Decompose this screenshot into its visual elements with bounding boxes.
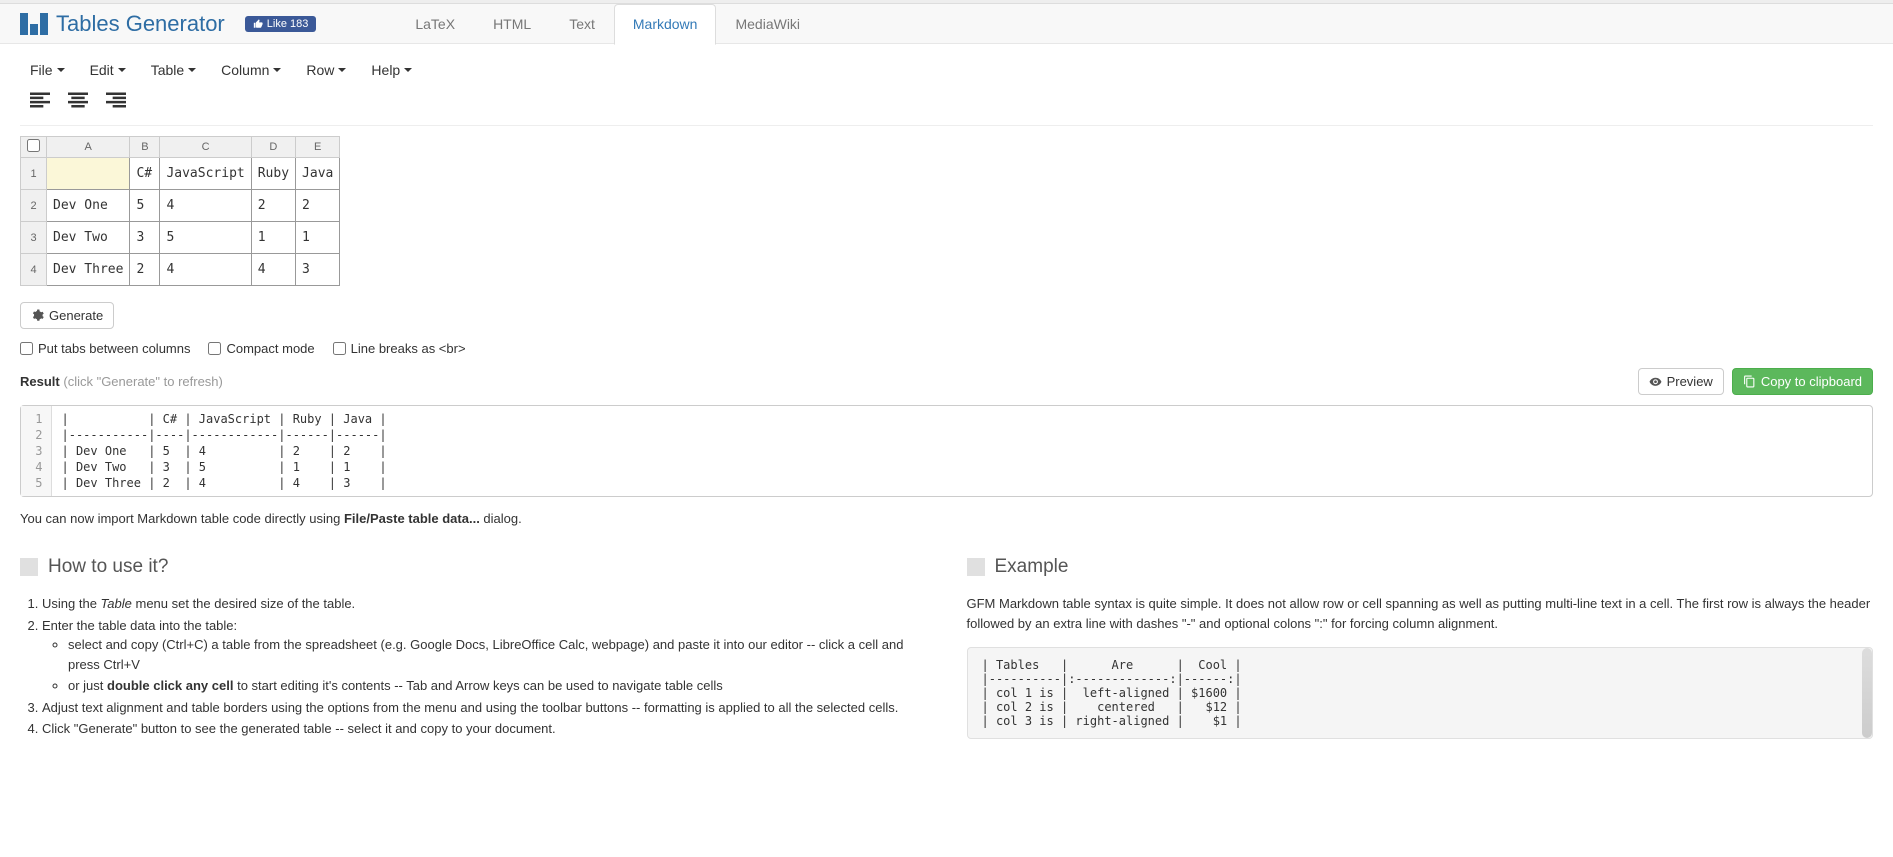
thumbs-up-icon — [253, 19, 263, 29]
brand[interactable]: Tables Generator — [20, 11, 225, 37]
br-checkbox[interactable]: Line breaks as <br> — [333, 341, 466, 356]
align-right-button[interactable] — [106, 92, 126, 111]
table-cell[interactable]: JavaScript — [160, 158, 251, 190]
code-line[interactable]: | | C# | JavaScript | Ruby | Java | — [51, 406, 397, 427]
generate-button[interactable]: Generate — [20, 302, 114, 329]
compact-checkbox[interactable]: Compact mode — [208, 341, 314, 356]
table-editor[interactable]: ABCDE1C#JavaScriptRubyJava2Dev One54223D… — [20, 136, 340, 286]
top-navbar: Tables Generator Like 183 LaTeXHTMLTextM… — [0, 4, 1893, 44]
caret-down-icon — [338, 68, 346, 72]
caret-down-icon — [57, 68, 65, 72]
code-line[interactable]: | Dev One | 5 | 4 | 2 | 2 | — [51, 443, 397, 459]
preview-button[interactable]: Preview — [1638, 368, 1724, 395]
col-header[interactable]: B — [130, 137, 160, 158]
table-cell[interactable] — [47, 158, 130, 190]
table-cell[interactable]: 4 — [160, 254, 251, 286]
table-cell[interactable]: Dev Two — [47, 222, 130, 254]
menu-help[interactable]: Help — [371, 62, 412, 78]
menu-table[interactable]: Table — [151, 62, 196, 78]
howto-step: Click "Generate" button to see the gener… — [42, 719, 927, 739]
align-left-button[interactable] — [30, 92, 50, 111]
table-cell[interactable]: 2 — [251, 190, 295, 222]
howto-step: Using the Table menu set the desired siz… — [42, 594, 927, 614]
nav-tab-latex[interactable]: LaTeX — [396, 4, 474, 44]
table-cell[interactable]: 5 — [160, 222, 251, 254]
table-cell[interactable]: 1 — [296, 222, 340, 254]
example-title: Example — [995, 556, 1069, 578]
output-options: Put tabs between columns Compact mode Li… — [20, 333, 1873, 364]
generate-label: Generate — [49, 308, 103, 323]
caret-down-icon — [273, 68, 281, 72]
code-line[interactable]: | Dev Three | 2 | 4 | 4 | 3 | — [51, 475, 397, 496]
gears-icon — [31, 309, 44, 322]
align-toolbar — [20, 86, 1873, 125]
col-header[interactable]: C — [160, 137, 251, 158]
table-cell[interactable]: Java — [296, 158, 340, 190]
menu-edit[interactable]: Edit — [90, 62, 126, 78]
row-header[interactable]: 4 — [21, 254, 47, 286]
result-label: Result (click "Generate" to refresh) — [20, 374, 223, 389]
table-cell[interactable]: 4 — [160, 190, 251, 222]
row-header[interactable]: 3 — [21, 222, 47, 254]
caret-down-icon — [188, 68, 196, 72]
line-number: 2 — [21, 427, 51, 443]
nav-tab-markdown[interactable]: Markdown — [614, 4, 717, 45]
table-cell[interactable]: 4 — [251, 254, 295, 286]
copy-clipboard-button[interactable]: Copy to clipboard — [1732, 368, 1873, 395]
table-cell[interactable]: Dev Three — [47, 254, 130, 286]
line-number: 1 — [21, 406, 51, 427]
col-header[interactable]: E — [296, 137, 340, 158]
howto-section: How to use it? Using the Table menu set … — [20, 556, 927, 741]
clipboard-icon — [1743, 375, 1756, 388]
table-cell[interactable]: 2 — [130, 254, 160, 286]
table-cell[interactable]: 5 — [130, 190, 160, 222]
line-number: 5 — [21, 475, 51, 496]
line-number: 3 — [21, 443, 51, 459]
code-line[interactable]: |-----------|----|------------|------|--… — [51, 427, 397, 443]
nav-tab-mediawiki[interactable]: MediaWiki — [716, 4, 819, 44]
code-line[interactable]: | Dev Two | 3 | 5 | 1 | 1 | — [51, 459, 397, 475]
howto-title: How to use it? — [48, 556, 168, 578]
facebook-like-button[interactable]: Like 183 — [245, 16, 317, 32]
import-note: You can now import Markdown table code d… — [20, 497, 1873, 556]
select-all-corner[interactable] — [21, 137, 47, 158]
col-header[interactable]: D — [251, 137, 295, 158]
brand-name: Tables Generator — [56, 11, 225, 37]
menu-row[interactable]: Row — [306, 62, 346, 78]
menu-column[interactable]: Column — [221, 62, 281, 78]
eye-icon — [1649, 375, 1662, 388]
table-cell[interactable]: 3 — [130, 222, 160, 254]
table-cell[interactable]: 1 — [251, 222, 295, 254]
example-text: GFM Markdown table syntax is quite simpl… — [967, 594, 1874, 633]
menu-file[interactable]: File — [30, 62, 65, 78]
table-cell[interactable]: Ruby — [251, 158, 295, 190]
caret-down-icon — [404, 68, 412, 72]
row-header[interactable]: 2 — [21, 190, 47, 222]
howto-substep: or just double click any cell to start e… — [68, 676, 927, 696]
format-tabs: LaTeXHTMLTextMarkdownMediaWiki — [396, 4, 819, 44]
table-cell[interactable]: 3 — [296, 254, 340, 286]
row-header[interactable]: 1 — [21, 158, 47, 190]
howto-step: Adjust text alignment and table borders … — [42, 698, 927, 718]
menubar: File Edit Table Column Row Help — [20, 54, 1873, 86]
table-cell[interactable]: 2 — [296, 190, 340, 222]
align-center-button[interactable] — [68, 92, 88, 111]
fb-like-text: Like 183 — [267, 18, 309, 30]
nav-tab-text[interactable]: Text — [550, 4, 614, 44]
brand-logo-icon — [20, 13, 48, 35]
col-header[interactable]: A — [47, 137, 130, 158]
howto-substep: select and copy (Ctrl+C) a table from th… — [68, 635, 927, 674]
result-code[interactable]: 1| | C# | JavaScript | Ruby | Java |2|--… — [20, 405, 1873, 497]
line-number: 4 — [21, 459, 51, 475]
example-code[interactable]: | Tables | Are | Cool | |----------|:---… — [967, 647, 1874, 739]
howto-step: Enter the table data into the table: sel… — [42, 616, 927, 696]
tabs-checkbox[interactable]: Put tabs between columns — [20, 341, 190, 356]
table-cell[interactable]: C# — [130, 158, 160, 190]
caret-down-icon — [118, 68, 126, 72]
example-section: Example GFM Markdown table syntax is qui… — [967, 556, 1874, 741]
nav-tab-html[interactable]: HTML — [474, 4, 550, 44]
table-cell[interactable]: Dev One — [47, 190, 130, 222]
